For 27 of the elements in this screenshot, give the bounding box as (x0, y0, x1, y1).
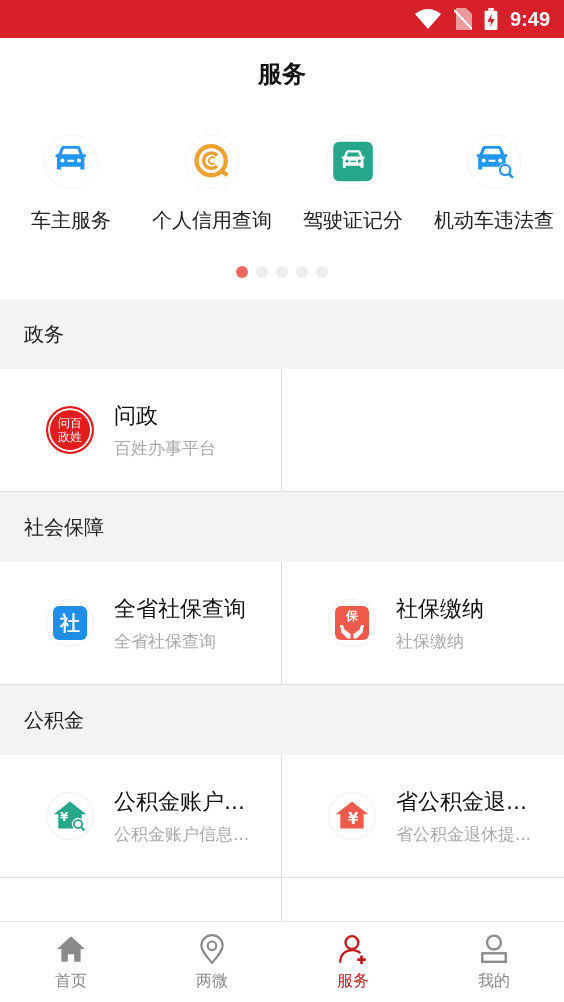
service-item[interactable]: ¥ 省公积金退... 省公积金退休提... (328, 786, 532, 846)
wifi-icon (413, 8, 442, 30)
nav-tab[interactable]: 两微 (141, 922, 282, 1002)
nav-tab[interactable]: 服务 (282, 922, 423, 1002)
service-item[interactable]: ¥ 公积金账户... 公积金账户信息... (46, 786, 250, 846)
house-icon: ¥ (328, 792, 376, 840)
no-sim-icon (453, 8, 472, 30)
service-item[interactable]: 问百 政姓 问政 百姓办事平台 (46, 400, 216, 460)
service-shortcut[interactable]: 驾驶证记分 (282, 134, 423, 234)
section-title: 公积金 (24, 706, 84, 734)
battery-charging-icon (483, 8, 498, 30)
page-title: 服务 (258, 59, 306, 90)
house-search-icon: ¥ (46, 792, 94, 840)
service-shortcut[interactable]: 机动车违法查 (423, 134, 564, 234)
seal-logo: 问百 政姓 (46, 406, 94, 454)
nav-tab[interactable]: 我的 (423, 922, 564, 1002)
service-item[interactable]: 保 社保缴纳 社保缴纳 (328, 593, 484, 653)
add-user-icon (336, 932, 369, 965)
section-title: 政务 (24, 320, 64, 348)
service-shortcut[interactable]: 个人信用查询 (141, 134, 282, 234)
service-shortcut[interactable]: 车主服务 (0, 134, 141, 234)
nav-tab[interactable]: 首页 (0, 922, 141, 1002)
clock-time: 9:49 (509, 7, 550, 31)
hands-icon: 保 (328, 599, 376, 647)
social-security-icon: 社 (46, 599, 94, 647)
service-item[interactable]: 社 全省社保查询 全省社保查询 (46, 593, 246, 653)
section-title: 社会保障 (24, 513, 104, 541)
